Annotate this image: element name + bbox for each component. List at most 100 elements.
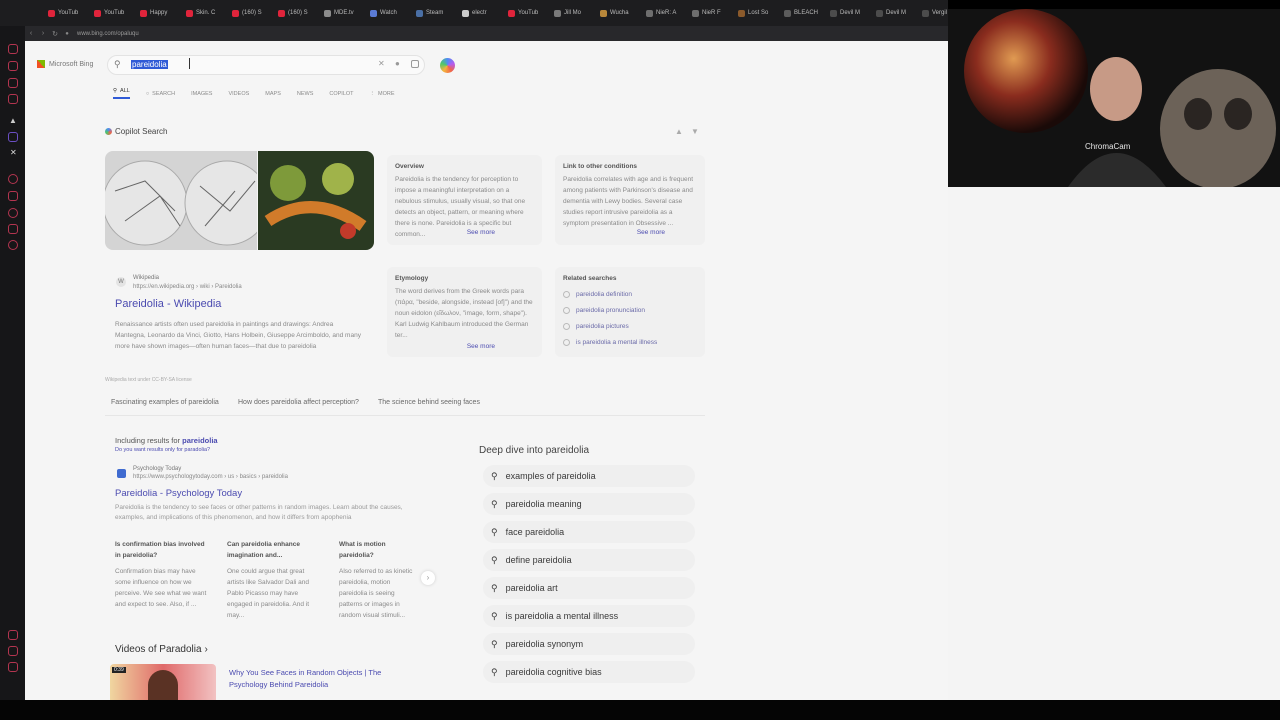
browser-tab[interactable]: NieR: A [642, 3, 688, 23]
deep-dive-item[interactable]: ⚲ pareidolia art [483, 577, 695, 599]
video-thumbnail[interactable]: 0:39 [110, 664, 216, 700]
search-icon: ⚲ [114, 59, 121, 69]
sidebar-more-icon[interactable] [8, 662, 18, 672]
deep-dive-item[interactable]: ⚲ pareidolia cognitive bias [483, 661, 695, 683]
copilot-icon[interactable] [440, 58, 455, 73]
suggestion-chip[interactable]: Fascinating examples of pareidolia [111, 399, 219, 406]
sidebar-bookmarks-icon[interactable] [8, 61, 18, 71]
deep-dive-item[interactable]: ⚲ is pareidolia a mental illness [483, 605, 695, 627]
sidebar-messenger-icon[interactable] [8, 132, 18, 142]
deep-dive-item[interactable]: ⚲ face pareidolia [483, 521, 695, 543]
etymology-see-more[interactable]: See more [467, 341, 495, 352]
sidebar-clock-icon[interactable] [8, 174, 18, 184]
results-only-link[interactable]: Do you want results only for paradolia? [115, 447, 210, 453]
browser-tab[interactable]: BLEACH [780, 3, 826, 23]
overview-see-more[interactable]: See more [467, 227, 495, 238]
sidebar-add-icon[interactable] [8, 630, 18, 640]
screen: YouTub YouTub Happy Skin. C (160) S (160… [0, 0, 1280, 720]
related-search-item[interactable]: pareidolia pictures [563, 318, 697, 334]
sidebar-x-icon[interactable]: ✕ [10, 148, 17, 157]
pt-url[interactable]: https://www.psychologytoday.com › us › b… [133, 474, 288, 480]
scope-tab-videos[interactable]: VIDEOS [228, 88, 249, 99]
browser-tab[interactable]: YouTub [44, 3, 90, 23]
browser-tab[interactable]: Lost So [734, 3, 780, 23]
browser-tab[interactable]: Devil M [826, 3, 872, 23]
thumbs-up-icon[interactable]: ▲ [675, 127, 683, 136]
sidebar-mail-icon[interactable] [8, 78, 18, 88]
bing-logo[interactable]: Microsoft Bing [37, 60, 93, 68]
forward-icon[interactable]: › [37, 30, 49, 37]
sidebar-history-icon[interactable] [8, 44, 18, 54]
scope-tab-maps[interactable]: MAPS [265, 88, 281, 99]
including-term-link[interactable]: pareidolia [182, 436, 217, 445]
related-search-label: pareidolia definition [576, 290, 633, 298]
deep-dive-item[interactable]: ⚲ pareidolia meaning [483, 493, 695, 515]
deep-dive-item[interactable]: ⚲ define pareidolia [483, 549, 695, 571]
browser-tab[interactable]: Steam [412, 3, 458, 23]
wiki-image-sketch[interactable] [105, 151, 257, 250]
conditions-see-more[interactable]: See more [637, 227, 665, 238]
search-icon: ⚲ [491, 638, 498, 649]
videos-heading[interactable]: Videos of Paradolia › [115, 644, 208, 655]
scope-tab-more[interactable]: ⋮ MORE [370, 88, 395, 99]
browser-tab[interactable]: (160) S [228, 3, 274, 23]
sidebar-app-icon[interactable]: ▲ [9, 116, 17, 125]
wiki-license[interactable]: Wikipedia text under CC-BY-SA license [105, 377, 192, 383]
browser-tab[interactable]: NieR F [688, 3, 734, 23]
browser-tab[interactable]: electr [458, 3, 504, 23]
microphone-icon[interactable]: ● [395, 59, 400, 68]
related-search-item[interactable]: pareidolia definition [563, 286, 697, 302]
related-search-item[interactable]: pareidolia pronunciation [563, 302, 697, 318]
bing-brand-label: Microsoft Bing [49, 60, 94, 68]
browser-tab[interactable]: YouTub [90, 3, 136, 23]
scope-tab-news[interactable]: NEWS [297, 88, 314, 99]
suggestion-chip[interactable]: How does pareidolia affect perception? [238, 399, 359, 406]
search-box[interactable]: ⚲ pareidolia ✕ ● [107, 55, 425, 75]
paa-card[interactable]: Can pareidolia enhance imagination and..… [227, 539, 322, 621]
suggestion-chip[interactable]: The science behind seeing faces [378, 399, 480, 406]
back-icon[interactable]: ‹ [25, 30, 37, 37]
paa-card[interactable]: Is confirmation bias involved in pareido… [115, 539, 210, 610]
browser-tab[interactable]: (160) S [274, 3, 320, 23]
visual-search-icon[interactable] [411, 60, 419, 68]
browser-tab[interactable]: Watch [366, 3, 412, 23]
browser-tab[interactable]: Devil M [872, 3, 918, 23]
video-title[interactable]: Why You See Faces in Random Objects | Th… [229, 667, 409, 691]
browser-tab[interactable]: YouTub [504, 3, 550, 23]
sidebar-notes-icon[interactable] [8, 191, 18, 201]
bing-results-page: Microsoft Bing ⚲ pareidolia ✕ ● ⚲ ALL ○ SE… [25, 41, 948, 700]
related-search-item[interactable]: is pareidolia a mental illness [563, 334, 697, 350]
thumbs-down-icon[interactable]: ▼ [691, 127, 699, 136]
browser-tab[interactable]: Wucha [596, 3, 642, 23]
browser-tab[interactable]: Vergil [918, 3, 948, 23]
browser-tab[interactable]: MDE.tv [320, 3, 366, 23]
wiki-image-food-face[interactable] [258, 151, 374, 250]
sidebar-calendar-icon[interactable] [8, 94, 18, 104]
browser-tab[interactable]: Happy [136, 3, 182, 23]
carousel-next-icon[interactable]: › [421, 571, 435, 585]
url-field[interactable]: www.bing.com/opaluqu [77, 31, 139, 37]
deep-dive-item[interactable]: ⚲ pareidolia synonym [483, 633, 695, 655]
scope-tab-all[interactable]: ⚲ ALL [113, 88, 130, 99]
related-search-icon [563, 338, 570, 346]
pt-result-title[interactable]: Pareidolia - Psychology Today [115, 488, 242, 499]
scope-tab-images[interactable]: IMAGES [191, 88, 212, 99]
wiki-result-title[interactable]: Pareidolia - Wikipedia [115, 298, 221, 310]
copilot-search-title: Copilot Search [115, 127, 168, 136]
deep-dive-item[interactable]: ⚲ examples of pareidolia [483, 465, 695, 487]
tab-title: Devil M [840, 10, 861, 16]
search-input[interactable]: pareidolia [131, 60, 168, 69]
scope-tab-copilot[interactable]: COPILOT [329, 88, 353, 99]
tab-title: Jill Mo [564, 10, 582, 16]
paa-card[interactable]: What is motion pareidolia? Also referred … [339, 539, 419, 621]
reload-icon[interactable]: ↻ [49, 30, 61, 38]
browser-tab[interactable]: Skin. C [182, 3, 228, 23]
sidebar-reader-icon[interactable] [8, 208, 18, 218]
sidebar-settings-icon[interactable] [8, 240, 18, 250]
sidebar-panel-icon[interactable] [8, 224, 18, 234]
sidebar-downloads-icon[interactable] [8, 646, 18, 656]
browser-tab[interactable]: Jill Mo [550, 3, 596, 23]
clear-icon[interactable]: ✕ [378, 59, 385, 68]
wiki-url[interactable]: https://en.wikipedia.org › wiki › Pareid… [133, 284, 242, 290]
scope-tab-search[interactable]: ○ SEARCH [146, 88, 175, 99]
